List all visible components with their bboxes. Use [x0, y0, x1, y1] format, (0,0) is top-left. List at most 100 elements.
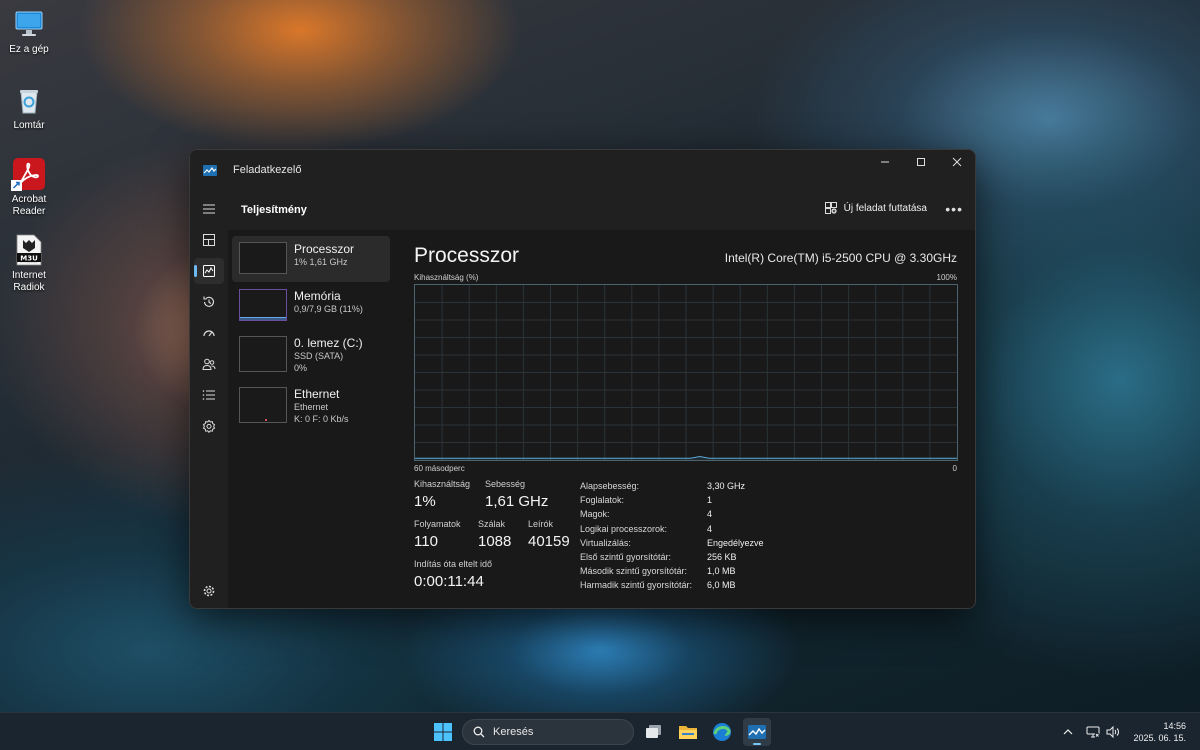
stat-label: Leírók	[528, 519, 554, 529]
property-row: Logikai processzorok: 4	[580, 522, 764, 536]
property-value: 4	[707, 509, 713, 520]
desktop-icon-acrobat[interactable]: Acrobat Reader	[2, 158, 56, 218]
perf-item-name: Memória	[294, 289, 341, 303]
ethernet-thumbnail-mark	[265, 419, 267, 421]
perf-item-detail-2: 0%	[294, 363, 308, 373]
nav-settings[interactable]	[194, 578, 224, 604]
desktop-icon-internet-radio[interactable]: M3U Internet Radiok	[2, 234, 56, 294]
stat-value: 40159	[528, 533, 570, 550]
nav-performance[interactable]	[194, 258, 224, 284]
clock[interactable]: 14:56 2025. 06. 15.	[1133, 720, 1186, 744]
desktop-icon-label: Acrobat Reader	[11, 194, 47, 217]
taskbar: Keresés 14:56 2025. 06. 15.	[0, 712, 1200, 750]
nav-services[interactable]	[194, 413, 224, 439]
cpu-usage-graph	[414, 284, 958, 461]
property-value: 1	[707, 495, 713, 506]
stat-value: 110	[414, 533, 438, 550]
minimize-button[interactable]	[867, 150, 903, 174]
stat-processes: Folyamatok 110	[414, 519, 461, 550]
cpu-usage-graph-svg	[415, 285, 957, 460]
perf-item-detail: 0,9/7,9 GB (11%)	[294, 304, 363, 314]
cpu-detail-panel: Processzor Intel(R) Core(TM) i5-2500 CPU…	[414, 230, 975, 608]
stat-label: Sebesség	[485, 479, 526, 489]
stat-speed: Sebesség 1,61 GHz	[485, 479, 548, 510]
property-key: Foglalatok:	[580, 495, 625, 506]
hamburger-menu-button[interactable]	[194, 196, 224, 222]
desktop-icon-recycle-bin[interactable]: Lomtár	[2, 84, 56, 132]
nav-app-history[interactable]	[194, 289, 224, 315]
nav-users[interactable]	[194, 351, 224, 377]
taskbar-search[interactable]: Keresés	[462, 719, 634, 745]
nav-startup-apps[interactable]	[194, 320, 224, 346]
file-explorer-button[interactable]	[674, 718, 702, 746]
task-manager-taskbar-button[interactable]	[743, 718, 771, 746]
property-key: Első szintű gyorsítótár:	[580, 552, 672, 563]
graph-y-axis-label: Kihasználtság (%)	[414, 273, 479, 282]
network-icon	[1086, 726, 1100, 738]
stat-threads: Szálak 1088	[478, 519, 511, 550]
task-view-button[interactable]	[640, 718, 668, 746]
graph-min-label: 0	[952, 464, 957, 473]
search-placeholder: Keresés	[493, 726, 534, 738]
property-row: Virtualizálás: Engedélyezve	[580, 536, 764, 550]
desktop-icon-label: Ez a gép	[9, 44, 49, 55]
monitor-icon	[13, 8, 45, 40]
services-icon	[202, 419, 216, 433]
clock-time: 14:56	[1163, 721, 1186, 731]
run-task-icon	[824, 202, 837, 214]
show-hidden-icons-button[interactable]	[1063, 713, 1073, 750]
property-row: Magok: 4	[580, 507, 764, 521]
property-key: Alapsebesség:	[580, 481, 640, 492]
stat-value: 1,61 GHz	[485, 493, 549, 510]
run-new-task-button[interactable]: Új feladat futtatása	[824, 202, 927, 214]
property-key: Magok:	[580, 509, 610, 520]
page-title: Teljesítmény	[241, 204, 307, 216]
stat-label: Kihasználtság	[414, 479, 471, 489]
ethernet-thumbnail-graph	[239, 387, 287, 423]
perf-item-detail: 1% 1,61 GHz	[294, 257, 348, 267]
edge-icon	[713, 723, 731, 741]
edge-browser-button[interactable]	[708, 718, 736, 746]
acrobat-icon	[11, 158, 45, 191]
task-manager-app-icon	[203, 164, 217, 176]
task-view-icon	[646, 725, 661, 738]
task-manager-window: Feladatkezelő Teljesítmény Új feladat fu…	[189, 149, 976, 609]
search-icon	[473, 726, 485, 738]
performance-sidebar: Processzor 1% 1,61 GHz Memória 0,9/7,9 G…	[228, 230, 395, 608]
perf-item-name: Processzor	[294, 242, 355, 256]
recycle-bin-icon	[13, 84, 45, 116]
property-key: Második szintű gyorsítótár:	[580, 566, 688, 577]
perf-item-name: Ethernet	[294, 387, 340, 401]
perf-item-memory[interactable]: Memória 0,9/7,9 GB (11%)	[232, 283, 390, 329]
nav-details[interactable]	[194, 382, 224, 408]
nav-processes[interactable]	[194, 227, 224, 253]
stat-value: 1088	[478, 533, 512, 550]
stat-usage: Kihasználtság 1%	[414, 479, 470, 510]
memory-thumbnail-fill	[240, 317, 286, 320]
desktop-icon-label: Internet Radiok	[12, 270, 46, 293]
perf-item-disk[interactable]: 0. lemez (C:) SSD (SATA) 0%	[232, 330, 390, 376]
property-row: Második szintű gyorsítótár: 1,0 MB	[580, 564, 764, 578]
maximize-button[interactable]	[903, 150, 939, 174]
graph-max-label: 100%	[936, 273, 957, 282]
network-status-button[interactable]	[1086, 713, 1100, 750]
property-value: 1,0 MB	[707, 566, 736, 577]
title-bar[interactable]: Feladatkezelő	[190, 150, 975, 190]
start-button[interactable]	[429, 718, 457, 746]
close-icon	[952, 157, 962, 167]
stat-uptime: Indítás óta eltelt idő 0:00:11:44	[414, 559, 492, 590]
folder-icon	[679, 726, 697, 739]
desktop-icon-this-pc[interactable]: Ez a gép	[2, 8, 56, 56]
close-button[interactable]	[939, 150, 975, 174]
desktop-icon-label: Lomtár	[13, 120, 45, 131]
perf-item-ethernet[interactable]: Ethernet Ethernet K: 0 F: 0 Kb/s	[232, 381, 390, 427]
clock-date: 2025. 06. 15.	[1133, 733, 1186, 743]
users-icon	[202, 358, 216, 370]
volume-button[interactable]	[1106, 713, 1120, 750]
speaker-icon	[1106, 726, 1119, 738]
chevron-up-icon	[1063, 729, 1073, 735]
perf-item-detail: SSD (SATA)	[294, 351, 344, 361]
content-area: Teljesítmény Új feladat futtatása ••• Pr…	[228, 190, 975, 608]
more-options-button[interactable]: •••	[945, 201, 963, 217]
perf-item-cpu[interactable]: Processzor 1% 1,61 GHz	[232, 236, 390, 282]
